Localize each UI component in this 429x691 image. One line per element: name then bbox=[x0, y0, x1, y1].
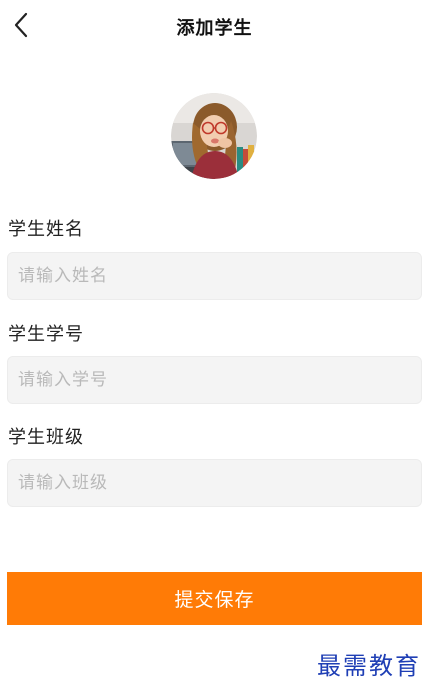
name-label: 学生姓名 bbox=[8, 219, 84, 240]
submit-save-button[interactable]: 提交保存 bbox=[7, 572, 422, 625]
class-label: 学生班级 bbox=[8, 427, 84, 448]
page-title: 添加学生 bbox=[176, 18, 253, 39]
student-number-label: 学生学号 bbox=[8, 324, 84, 345]
class-input[interactable] bbox=[7, 459, 422, 507]
watermark-text: 最需教育 bbox=[317, 652, 421, 680]
avatar[interactable] bbox=[171, 93, 257, 179]
student-avatar-photo bbox=[171, 93, 257, 179]
navigation-bar: 添加学生 bbox=[0, 0, 429, 52]
name-input[interactable] bbox=[7, 252, 422, 300]
student-number-input[interactable] bbox=[7, 356, 422, 404]
